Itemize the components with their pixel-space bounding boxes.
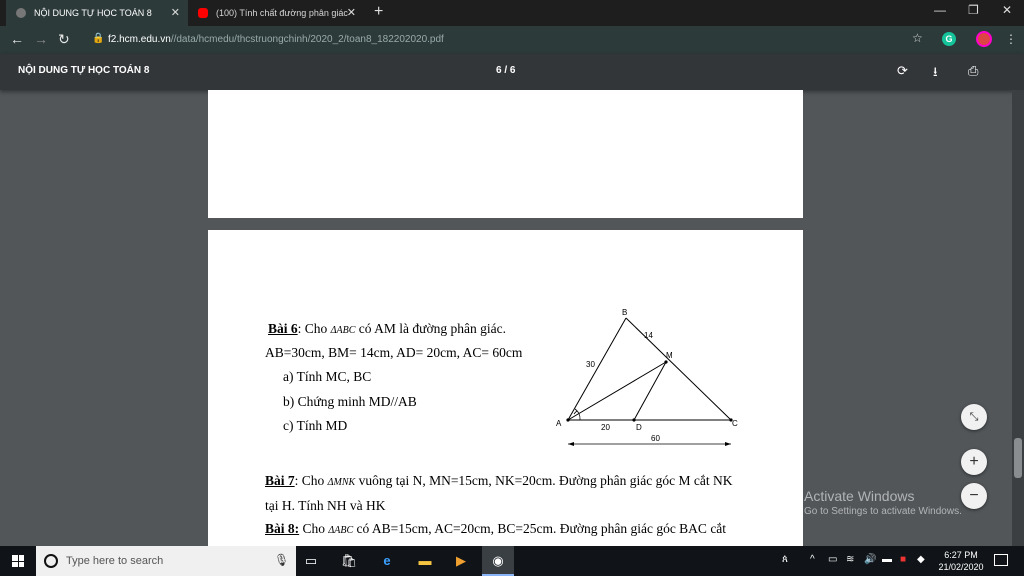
length-ab: 30 bbox=[586, 360, 595, 369]
taskbar-clock[interactable]: 6:27 PM 21/02/2020 bbox=[936, 549, 986, 573]
wifi-icon[interactable]: ≋ bbox=[846, 554, 854, 565]
triangle-figure: B M A D C 30 14 20 60 bbox=[556, 308, 738, 446]
label-a: A bbox=[556, 419, 562, 428]
pdf-page-previous bbox=[208, 90, 803, 218]
battery-icon[interactable]: ▭ bbox=[828, 554, 837, 565]
bai6-part-c: c) Tính MD bbox=[283, 418, 348, 433]
address-bar[interactable]: 🔒 f2.hcm.edu.vn//data/hcmedu/thcstruongc… bbox=[80, 29, 940, 51]
bai6-givens: AB=30cm, BM= 14cm, AD= 20cm, AC= 60cm bbox=[265, 345, 523, 360]
keyboard-icon[interactable]: ▬ bbox=[882, 554, 892, 565]
download-icon[interactable]: ⭳ bbox=[933, 63, 938, 85]
browser-toolbar: ← → ↻ 🔒 f2.hcm.edu.vn//data/hcmedu/thcst… bbox=[0, 26, 1024, 54]
cortana-icon bbox=[44, 554, 58, 568]
microphone-icon[interactable]: 🎙 bbox=[274, 553, 289, 567]
label-m: M bbox=[666, 351, 673, 360]
restore-icon[interactable]: ❐ bbox=[968, 3, 979, 17]
input-language-icon[interactable]: ◆ bbox=[917, 554, 925, 565]
bai7-heading: Bài 7: Cho ΔMNK vuông tại N, MN=15cm, NK… bbox=[265, 473, 733, 488]
tab-title: (100) Tính chất đường phân giác bbox=[216, 8, 348, 18]
bai8-heading: Bài 8: Cho ΔABC có AB=15cm, AC=20cm, BC=… bbox=[265, 521, 727, 536]
pdf-title: NỘI DUNG TỰ HỌC TOÁN 8 bbox=[18, 65, 150, 76]
notification-icon[interactable] bbox=[994, 554, 1008, 566]
url-text: f2.hcm.edu.vn//data/hcmedu/thcstruongchi… bbox=[108, 34, 444, 45]
label-b: B bbox=[622, 308, 627, 317]
tray-chevron-icon[interactable]: ^ bbox=[810, 554, 815, 565]
volume-icon[interactable]: 🔊 bbox=[864, 554, 876, 565]
globe-icon bbox=[16, 8, 26, 18]
tab-strip: NỘI DUNG TỰ HỌC TOÁN 8 ✕ (100) Tính chất… bbox=[0, 0, 1024, 26]
point-a bbox=[566, 418, 570, 422]
window-close-icon[interactable]: ✕ bbox=[1002, 3, 1012, 17]
vivaldi-icon[interactable]: ■ bbox=[900, 554, 906, 565]
new-tab-icon[interactable]: + bbox=[374, 3, 383, 21]
lock-icon: 🔒 bbox=[92, 33, 105, 44]
segment-bc bbox=[625, 317, 732, 421]
point-m bbox=[664, 360, 668, 364]
point-d bbox=[632, 418, 636, 422]
media-player-icon[interactable]: ▶ bbox=[452, 552, 470, 570]
activate-windows-watermark: Activate Windows Go to Settings to activ… bbox=[804, 488, 962, 517]
store-icon[interactable]: 🛍 bbox=[340, 552, 358, 570]
chrome-icon: ◉ bbox=[492, 553, 504, 568]
close-icon[interactable]: ✕ bbox=[347, 6, 356, 19]
length-ad: 20 bbox=[601, 423, 610, 432]
reload-icon[interactable]: ↻ bbox=[58, 31, 70, 48]
windows-taskbar: Type here to search 🎙 ▭ 🛍 e ▬ ▶ ◉ ጰ ^ ▭ … bbox=[0, 546, 1024, 576]
taskbar-search-box[interactable]: Type here to search 🎙 bbox=[36, 546, 296, 576]
bai6-part-a: a) Tính MC, BC bbox=[283, 369, 372, 384]
file-explorer-icon[interactable]: ▬ bbox=[416, 552, 434, 570]
grammarly-extension-icon[interactable]: G bbox=[942, 32, 956, 46]
vertical-scrollbar[interactable] bbox=[1012, 90, 1024, 546]
dimension-arrow bbox=[568, 442, 574, 446]
angle-mark bbox=[573, 410, 578, 415]
dimension-arrow bbox=[725, 442, 731, 446]
task-view-icon[interactable]: ▭ bbox=[302, 552, 320, 570]
scrollbar-thumb[interactable] bbox=[1014, 438, 1022, 478]
segment-am bbox=[567, 361, 667, 421]
youtube-icon bbox=[198, 8, 208, 18]
windows-start-icon[interactable] bbox=[12, 555, 24, 567]
bookmark-star-icon[interactable]: ☆ bbox=[912, 31, 923, 45]
zoom-out-button[interactable]: − bbox=[961, 483, 987, 509]
pdf-toolbar: NỘI DUNG TỰ HỌC TOÁN 8 6 / 6 ⟳ ⭳ ⎙ bbox=[0, 54, 1024, 90]
search-placeholder: Type here to search bbox=[66, 555, 164, 567]
tab-youtube[interactable]: (100) Tính chất đường phân giác ✕ bbox=[188, 0, 364, 26]
people-icon[interactable]: ጰ bbox=[782, 554, 788, 565]
minimize-icon[interactable]: — bbox=[934, 3, 946, 17]
chrome-taskbar-button[interactable]: ◉ bbox=[482, 546, 514, 576]
print-icon[interactable]: ⎙ bbox=[968, 63, 978, 79]
bai6-heading: Bài 6: Cho ΔABC có AM là đường phân giác… bbox=[268, 321, 506, 336]
fit-page-button[interactable]: ⤡ bbox=[961, 404, 987, 430]
rotate-icon[interactable]: ⟳ bbox=[897, 63, 908, 79]
label-d: D bbox=[636, 423, 642, 432]
profile-avatar[interactable] bbox=[976, 31, 992, 47]
back-icon[interactable]: ← bbox=[10, 31, 24, 47]
page-indicator: 6 / 6 bbox=[496, 65, 516, 76]
pdf-page-current: Bài 6: Cho ΔABC có AM là đường phân giác… bbox=[208, 230, 803, 546]
label-c: C bbox=[732, 419, 738, 428]
zoom-in-button[interactable]: + bbox=[961, 449, 987, 475]
bai7-line2: tại H. Tính NH và HK bbox=[265, 498, 386, 513]
edge-icon[interactable]: e bbox=[378, 552, 396, 570]
bai6-part-b: b) Chứng minh MD//AB bbox=[283, 394, 417, 409]
segment-md bbox=[633, 361, 667, 421]
tab-pdf[interactable]: NỘI DUNG TỰ HỌC TOÁN 8 ✕ bbox=[6, 0, 188, 26]
segment-ab bbox=[567, 317, 627, 421]
menu-icon[interactable]: ⋮ bbox=[1005, 32, 1017, 46]
length-ac: 60 bbox=[651, 434, 660, 443]
forward-icon[interactable]: → bbox=[34, 31, 48, 47]
tab-title: NỘI DUNG TỰ HỌC TOÁN 8 bbox=[34, 8, 152, 18]
length-bm: 14 bbox=[644, 331, 653, 340]
close-icon[interactable]: ✕ bbox=[171, 6, 180, 19]
